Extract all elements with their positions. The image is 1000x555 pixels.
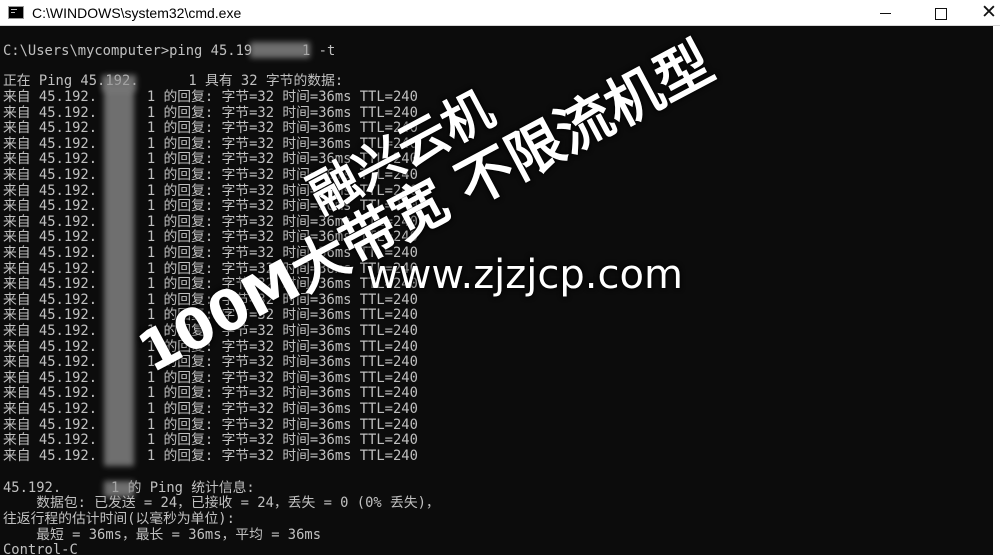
maximize-button[interactable]	[918, 0, 964, 26]
reply-line: 来自 45.192. 1 的回复: 字节=32 时间=36ms TTL=240	[3, 291, 418, 308]
reply-line: 来自 45.192. 1 的回复: 字节=32 时间=36ms TTL=240	[3, 104, 418, 121]
reply-line: 来自 45.192. 1 的回复: 字节=32 时间=36ms TTL=240	[3, 307, 418, 324]
reply-line: 来自 45.192. 1 的回复: 字节=32 时间=36ms TTL=240	[3, 354, 418, 371]
reply-line: 来自 45.192. 1 的回复: 字节=32 时间=36ms TTL=240	[3, 89, 418, 105]
reply-line: 来自 45.192. 1 的回复: 字节=32 时间=36ms TTL=240	[3, 198, 418, 215]
reply-line: 来自 45.192. 1 的回复: 字节=32 时间=36ms TTL=240	[3, 260, 418, 277]
cmd-app-icon	[8, 6, 24, 19]
console-scrollbar[interactable]	[993, 26, 1000, 555]
maximize-icon	[935, 7, 947, 20]
stats-rtt: 最短 = 36ms，最长 = 36ms，平均 = 36ms	[3, 527, 322, 543]
reply-line: 来自 45.192. 1 的回复: 字节=32 时间=36ms TTL=240	[3, 401, 418, 417]
reply-line: 来自 45.192. 1 的回复: 字节=32 时间=36ms TTL=240	[3, 416, 418, 433]
reply-line: 来自 45.192. 1 的回复: 字节=32 时间=36ms TTL=240	[3, 213, 418, 230]
reply-line: 来自 45.192. 1 的回复: 字节=32 时间=36ms TTL=240	[3, 245, 418, 261]
reply-line: 来自 45.192. 1 的回复: 字节=32 时间=36ms TTL=240	[3, 182, 418, 199]
reply-line: 来自 45.192. 1 的回复: 字节=32 时间=36ms TTL=240	[3, 135, 418, 152]
window-title: C:\WINDOWS\system32\cmd.exe	[32, 5, 242, 21]
reply-line: 来自 45.192. 1 的回复: 字节=32 时间=36ms TTL=240	[3, 323, 418, 339]
reply-line: 来自 45.192. 1 的回复: 字节=32 时间=36ms TTL=240	[3, 432, 418, 449]
close-button[interactable]: ✕	[966, 0, 1000, 26]
reply-line: 来自 45.192. 1 的回复: 字节=32 时间=36ms TTL=240	[3, 447, 418, 464]
reply-line: 来自 45.192. 1 的回复: 字节=32 时间=36ms TTL=240	[3, 229, 418, 246]
reply-line: 来自 45.192. 1 的回复: 字节=32 时间=36ms TTL=240	[3, 167, 418, 183]
stats-packets: 数据包: 已发送 = 24，已接收 = 24，丢失 = 0 (0% 丢失)，	[3, 495, 440, 511]
redaction-mask	[104, 481, 134, 497]
reply-line: 来自 45.192. 1 的回复: 字节=32 时间=36ms TTL=240	[3, 120, 418, 137]
interrupt-line: Control-C	[3, 542, 78, 555]
stats-rtt-title: 往返行程的估计时间(以毫秒为单位):	[3, 511, 235, 527]
title-bar[interactable]: C:\WINDOWS\system32\cmd.exe ✕	[0, 0, 1000, 26]
minimize-icon	[879, 13, 891, 14]
console-output[interactable]: C:\Users\mycomputer>ping 45.19 1 -t 正在 P…	[0, 26, 993, 555]
reply-line: 来自 45.192. 1 的回复: 字节=32 时间=36ms TTL=240	[3, 338, 418, 355]
close-icon: ✕	[981, 1, 997, 23]
ping-header: 正在 Ping 45.192. 1 具有 32 字节的数据:	[3, 73, 344, 89]
reply-line: 来自 45.192. 1 的回复: 字节=32 时间=36ms TTL=240	[3, 276, 418, 293]
reply-line: 来自 45.192. 1 的回复: 字节=32 时间=36ms TTL=240	[3, 151, 418, 168]
redaction-mask	[104, 88, 134, 466]
redaction-mask	[250, 42, 310, 58]
reply-line: 来自 45.192. 1 的回复: 字节=32 时间=36ms TTL=240	[3, 385, 418, 402]
minimize-button[interactable]	[862, 0, 908, 26]
reply-line: 来自 45.192. 1 的回复: 字节=32 时间=36ms TTL=240	[3, 369, 418, 386]
